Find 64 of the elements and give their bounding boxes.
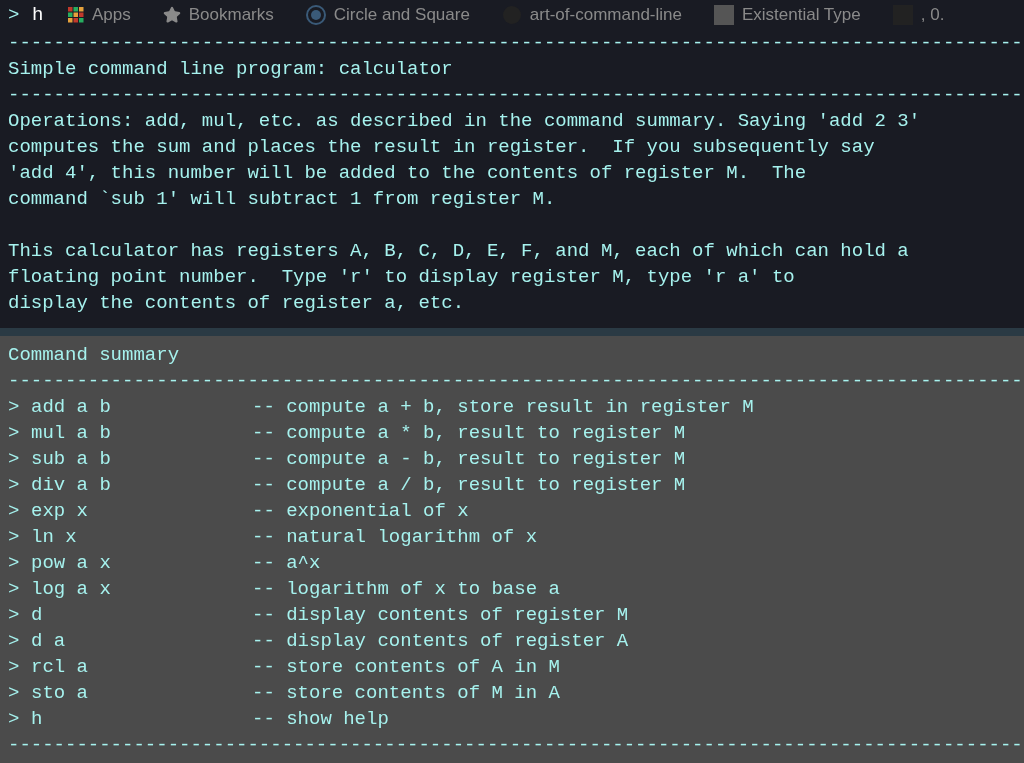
command-description: -- a^x <box>252 551 321 576</box>
command-name: d <box>31 603 44 628</box>
command-name: sto a <box>31 681 89 706</box>
bookmark-item[interactable]: , 0. <box>892 2 945 28</box>
prompt: > <box>8 603 21 628</box>
command-description: -- compute a * b, result to register M <box>252 421 686 446</box>
prompt: > <box>8 421 21 446</box>
command-description: -- exponential of x <box>252 499 469 524</box>
prompt: > <box>8 681 21 706</box>
program-title: Simple command line program: calculator <box>8 57 454 82</box>
command-description: -- natural logarithm of x <box>252 525 538 550</box>
star-icon <box>162 6 181 24</box>
help-text-line: command `sub 1' will subtract 1 from register M. <box>8 187 557 212</box>
command-name: log a x <box>31 577 112 602</box>
prompt: > <box>8 499 21 524</box>
command-description: -- display contents of register M <box>252 603 629 628</box>
help-text-line: floating point number. Type 'r' to display register M, type 'r a' to <box>8 265 796 290</box>
command-name: d a <box>31 629 67 654</box>
command-name: div a b <box>31 473 112 498</box>
dashed-rule: ----------------------------------------------------------------------------------------- <box>8 733 1024 758</box>
dashed-rule: ----------------------------------------------------------------------------------------- <box>8 369 1024 394</box>
command-description: -- display contents of register A <box>252 629 629 654</box>
prompt: > <box>8 629 21 654</box>
command-name: ln x <box>31 525 78 550</box>
circle-logo-icon <box>305 5 326 25</box>
command-name: sub a b <box>31 447 112 472</box>
prompt: > <box>8 473 21 498</box>
command-name: h <box>31 707 44 732</box>
help-text-line: 'add 4', this number will be added to the contents of register M. The <box>8 161 808 186</box>
command-name: pow a x <box>31 551 112 576</box>
help-text-line: computes the sum and places the result in register. If you subsequently say <box>8 135 876 160</box>
prompt: > <box>8 655 21 680</box>
dashed-rule: ----------------------------------------------------------------------------------------- <box>8 31 1024 56</box>
bookmark-item[interactable]: Existential Type <box>713 2 861 28</box>
command-description: -- compute a / b, result to register M <box>252 473 686 498</box>
prompt: > <box>8 447 21 472</box>
help-text-line: Operations: add, mul, etc. as described in the command summary. Saying 'add 2 3' <box>8 109 922 134</box>
summary-title: Command summary <box>8 343 181 368</box>
command-description: -- compute a + b, store result in register M <box>252 395 754 420</box>
photo-placeholder <box>713 5 734 25</box>
command-name: exp x <box>31 499 89 524</box>
command-description: -- store contents of A in M <box>252 655 560 680</box>
prompt: > <box>8 551 21 576</box>
help-text-line: This calculator has registers A, B, C, D, E, F, and M, each of which can hold a <box>8 239 910 264</box>
prompt: > <box>8 707 21 732</box>
command-description: -- show help <box>252 707 389 732</box>
help-text-line: display the contents of register a, etc. <box>8 291 466 316</box>
bookmark-item[interactable]: Bookmarks <box>162 2 274 28</box>
typed-command: h <box>32 3 45 28</box>
command-name: rcl a <box>31 655 89 680</box>
command-description: -- compute a - b, result to register M <box>252 447 686 472</box>
prompt: > <box>8 395 21 420</box>
command-description: -- store contents of M in A <box>252 681 560 706</box>
bookmark-item[interactable]: Circle and Square <box>305 2 470 28</box>
command-description: -- logarithm of x to base a <box>252 577 560 602</box>
bookmark-item[interactable]: Apps <box>68 2 131 28</box>
bookmark-item[interactable]: art-of-command-line <box>501 2 682 28</box>
grid-icon <box>68 7 84 23</box>
command-name: add a b <box>31 395 112 420</box>
dashed-rule: ----------------------------------------------------------------------------------------- <box>8 83 1024 108</box>
prompt: > <box>8 3 21 28</box>
prompt: > <box>8 577 21 602</box>
prompt: > <box>8 525 21 550</box>
command-name: mul a b <box>31 421 112 446</box>
